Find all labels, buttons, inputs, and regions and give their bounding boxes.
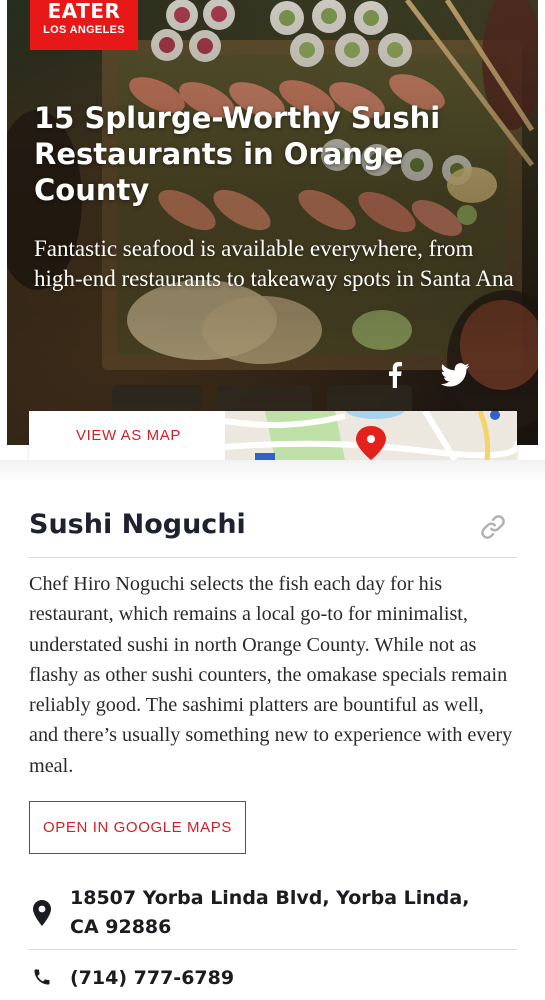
restaurant-description: Chef Hiro Noguchi selects the fish each … [29, 573, 513, 777]
map-thumbnail[interactable] [225, 411, 517, 460]
twitter-icon [440, 363, 470, 387]
divider [29, 557, 517, 558]
open-in-google-maps-button[interactable]: OPEN IN GOOGLE MAPS [29, 801, 246, 854]
link-icon [481, 515, 505, 539]
map-pin-icon [33, 900, 51, 926]
map-card: VIEW AS MAP [29, 411, 517, 460]
phone-icon [34, 969, 50, 985]
logo-city: LOS ANGELES [43, 24, 125, 36]
logo-wordmark: EATER [47, 0, 121, 23]
restaurant-phone[interactable]: (714) 777-6789 [70, 964, 234, 993]
hero-image: EATER LOS ANGELES 15 Splurge-Worthy Sush… [7, 0, 538, 445]
restaurant-name: Sushi Noguchi [29, 509, 246, 540]
facebook-share-button[interactable] [380, 360, 410, 390]
eater-logo[interactable]: EATER LOS ANGELES [30, 0, 138, 50]
page-title: 15 Splurge-Worthy Sushi Restaurants in O… [34, 101, 441, 207]
facebook-icon [389, 362, 402, 388]
page-subtitle: Fantastic seafood is available everywher… [34, 236, 514, 291]
divider [29, 949, 517, 950]
restaurant-address[interactable]: 18507 Yorba Linda Blvd, Yorba Linda, CA … [70, 884, 500, 942]
view-as-map-link[interactable]: VIEW AS MAP [29, 411, 225, 460]
permalink-button[interactable] [478, 512, 508, 542]
twitter-share-button[interactable] [437, 360, 473, 390]
section-spacer [0, 460, 545, 482]
